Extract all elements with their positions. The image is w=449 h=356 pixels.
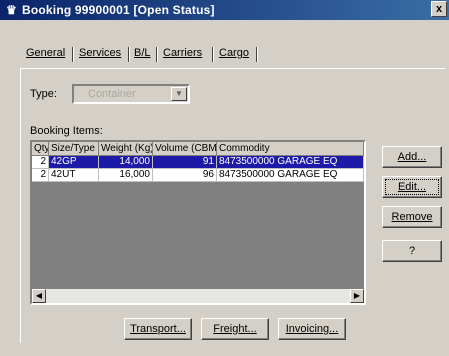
tab-separator [256, 47, 258, 62]
scroll-right-icon[interactable]: ▶ [350, 289, 364, 303]
booking-items-label: Booking Items: [30, 125, 103, 137]
type-label: Type: [30, 88, 57, 100]
column-header-qty[interactable]: Qty [32, 142, 49, 156]
booking-window: ♛ Booking 99900001 [Open Status] x Gener… [0, 0, 449, 356]
app-icon: ♛ [6, 3, 17, 17]
help-button[interactable]: ? [382, 240, 442, 262]
tab-separator [128, 47, 130, 62]
cell-commodity: 8473500000 GARAGE EQ [217, 169, 364, 182]
tab-general[interactable]: General [26, 45, 65, 63]
grid-header: Qty Size/Type Weight (Kg) Volume (CBM) C… [32, 142, 364, 156]
type-dropdown[interactable]: Container ▼ [72, 84, 190, 104]
cell-commodity: 8473500000 GARAGE EQ [217, 156, 364, 169]
tab-carriers[interactable]: Carriers [163, 45, 202, 63]
invoicing-button[interactable]: Invoicing... [278, 318, 346, 340]
column-header-weight[interactable]: Weight (Kg) [99, 142, 153, 156]
table-row[interactable]: 2 42GP 14,000 91 8473500000 GARAGE EQ [32, 156, 364, 169]
cell-size-type: 42GP [49, 156, 99, 169]
column-header-volume[interactable]: Volume (CBM) [153, 142, 217, 156]
cell-qty: 2 [32, 169, 49, 182]
transport-button[interactable]: Transport... [124, 318, 192, 340]
window-title: Booking 99900001 [Open Status] [22, 3, 215, 17]
tab-separator [156, 47, 158, 62]
tab-separator [72, 47, 74, 62]
cell-size-type: 42UT [49, 169, 99, 182]
cell-weight: 16,000 [99, 169, 153, 182]
title-bar[interactable]: ♛ Booking 99900001 [Open Status] x [0, 0, 449, 20]
edit-button[interactable]: Edit... [382, 176, 442, 198]
column-header-commodity[interactable]: Commodity [217, 142, 364, 156]
cell-weight: 14,000 [99, 156, 153, 169]
add-button[interactable]: Add... [382, 146, 442, 168]
remove-button[interactable]: Remove [382, 206, 442, 228]
close-button[interactable]: x [431, 1, 447, 17]
column-header-size-type[interactable]: Size/Type [49, 142, 99, 156]
type-dropdown-value: Container [88, 88, 136, 100]
horizontal-scrollbar[interactable]: ◀ ▶ [32, 289, 364, 303]
tab-services[interactable]: Services [79, 45, 121, 63]
tab-bl[interactable]: B/L [134, 45, 151, 63]
tab-separator [212, 47, 214, 62]
freight-button[interactable]: Freight... [201, 318, 269, 340]
scroll-left-icon[interactable]: ◀ [32, 289, 46, 303]
table-row[interactable]: 2 42UT 16,000 96 8473500000 GARAGE EQ [32, 169, 364, 182]
booking-items-grid[interactable]: Qty Size/Type Weight (Kg) Volume (CBM) C… [30, 140, 366, 305]
tab-cargo[interactable]: Cargo [219, 45, 249, 63]
cell-qty: 2 [32, 156, 49, 169]
chevron-down-icon[interactable]: ▼ [171, 87, 187, 101]
cell-volume: 96 [153, 169, 217, 182]
cell-volume: 91 [153, 156, 217, 169]
